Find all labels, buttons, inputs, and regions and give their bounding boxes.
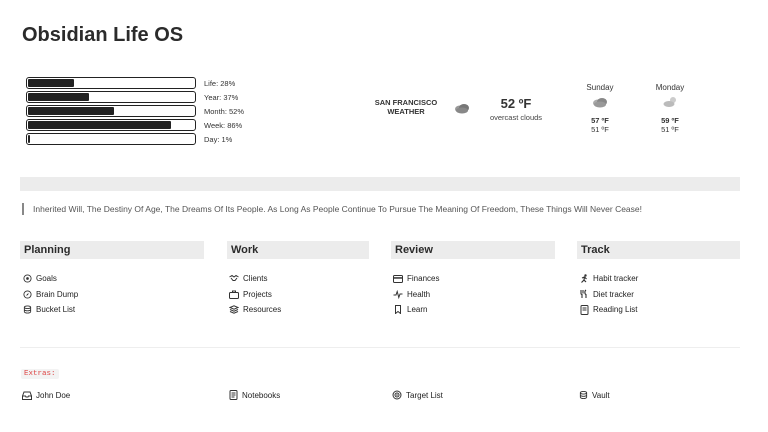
progress-fill — [28, 79, 75, 87]
utensils-icon — [579, 289, 589, 299]
progress-fill — [28, 107, 115, 115]
progress-panel: Life: 28% Year: 37% Month: 52% Week: 86%… — [26, 76, 244, 146]
link-label: Clients — [243, 274, 268, 284]
progress-row-week: Week: 86% — [26, 118, 244, 132]
divider-band — [20, 177, 740, 191]
forecast-low: 51 ºF — [591, 125, 609, 134]
link-label: Brain Dump — [36, 289, 79, 299]
link-habit-tracker[interactable]: Habit tracker — [579, 271, 740, 287]
link-bucket-list[interactable]: Bucket List — [22, 302, 204, 318]
partly-cloudy-icon — [645, 96, 695, 112]
forecast-sunday: Sunday 57 ºF 51 ºF — [575, 83, 625, 134]
database-icon — [22, 305, 32, 315]
progress-label: Year: 37% — [204, 92, 239, 102]
section-planning: Planning Goals Brain Dump Bucket List — [20, 241, 204, 318]
section-work: Work Clients Projects Resources — [227, 241, 369, 318]
forecast-monday: Monday 59 ºF 51 ºF — [645, 83, 695, 134]
link-clients[interactable]: Clients — [229, 271, 369, 287]
life-progress-bar — [26, 77, 196, 89]
notebook-icon — [228, 390, 238, 400]
handshake-icon — [229, 274, 239, 284]
link-label: Notebooks — [242, 390, 281, 400]
target-icon — [22, 274, 32, 284]
link-label: Resources — [243, 305, 282, 315]
compass-icon — [22, 289, 32, 299]
day-progress-bar — [26, 133, 196, 145]
link-label: Habit tracker — [593, 274, 639, 284]
section-heading: Review — [391, 241, 555, 259]
section-heading: Track — [577, 241, 740, 259]
link-label: Finances — [407, 274, 440, 284]
section-divider — [20, 347, 740, 348]
link-label: Target List — [406, 390, 443, 400]
week-progress-bar — [26, 119, 196, 131]
section-heading: Planning — [20, 241, 204, 259]
link-target-list[interactable]: Target List — [392, 390, 443, 400]
forecast-day: Monday — [655, 83, 685, 92]
forecast-low: 51 ºF — [661, 125, 679, 134]
link-reading-list[interactable]: Reading List — [579, 302, 740, 318]
quote-block: Inherited Will, The Destiny Of Age, The … — [22, 203, 642, 215]
progress-row-day: Day: 1% — [26, 132, 244, 146]
progress-label: Life: 28% — [204, 78, 236, 88]
book-icon — [579, 304, 589, 315]
link-finances[interactable]: Finances — [393, 271, 555, 287]
section-track: Track Habit tracker Diet tracker Reading… — [577, 241, 740, 318]
progress-row-month: Month: 52% — [26, 104, 244, 118]
progress-row-life: Life: 28% — [26, 76, 244, 90]
link-john-doe[interactable]: John Doe — [22, 390, 70, 400]
link-label: Bucket List — [36, 305, 76, 315]
briefcase-icon — [229, 289, 239, 299]
cloudy-icon — [575, 96, 625, 112]
link-learn[interactable]: Learn — [393, 302, 555, 318]
current-temperature: 52 ºF — [500, 96, 532, 111]
link-label: John Doe — [36, 390, 71, 400]
books-icon — [229, 305, 239, 315]
link-notebooks[interactable]: Notebooks — [228, 390, 280, 400]
link-label: Health — [407, 289, 431, 299]
link-label: Reading List — [593, 305, 638, 315]
runner-icon — [579, 274, 589, 284]
link-label: Goals — [36, 274, 57, 284]
database-icon — [578, 390, 588, 400]
credit-card-icon — [393, 274, 403, 284]
year-progress-bar — [26, 91, 196, 103]
bookmark-icon — [393, 305, 403, 315]
progress-fill — [28, 135, 31, 143]
weather-label: WEATHER — [387, 107, 425, 116]
link-vault[interactable]: Vault — [578, 390, 610, 400]
extras-label: Extras: — [21, 369, 59, 379]
forecast-day: Sunday — [586, 83, 614, 92]
link-resources[interactable]: Resources — [229, 302, 369, 318]
page-title: Obsidian Life OS — [22, 24, 184, 46]
link-brain-dump[interactable]: Brain Dump — [22, 287, 204, 303]
link-goals[interactable]: Goals — [22, 271, 204, 287]
section-heading: Work — [227, 241, 369, 259]
link-health[interactable]: Health — [393, 287, 555, 303]
progress-label: Day: 1% — [204, 134, 233, 144]
forecast-high: 57 ºF — [591, 116, 609, 125]
progress-row-year: Year: 37% — [26, 90, 244, 104]
month-progress-bar — [26, 105, 196, 117]
weather-location: SAN FRANCISCO WEATHER — [374, 98, 438, 116]
target-icon — [392, 390, 402, 400]
link-label: Projects — [243, 289, 272, 299]
link-projects[interactable]: Projects — [229, 287, 369, 303]
link-label: Diet tracker — [593, 289, 634, 299]
weather-description: overcast clouds — [489, 113, 543, 122]
progress-fill — [28, 121, 171, 129]
progress-label: Week: 86% — [204, 120, 243, 130]
forecast-high: 59 ºF — [661, 116, 679, 125]
cloudy-icon — [454, 101, 470, 119]
section-review: Review Finances Health Learn — [391, 241, 555, 318]
inbox-icon — [22, 390, 32, 400]
pulse-icon — [393, 289, 403, 299]
progress-label: Month: 52% — [204, 106, 245, 116]
link-diet-tracker[interactable]: Diet tracker — [579, 287, 740, 303]
link-label: Vault — [592, 390, 610, 400]
link-label: Learn — [407, 305, 428, 315]
progress-fill — [28, 93, 90, 101]
weather-city: SAN FRANCISCO — [374, 98, 438, 107]
current-weather: 52 ºF overcast clouds — [488, 96, 544, 122]
